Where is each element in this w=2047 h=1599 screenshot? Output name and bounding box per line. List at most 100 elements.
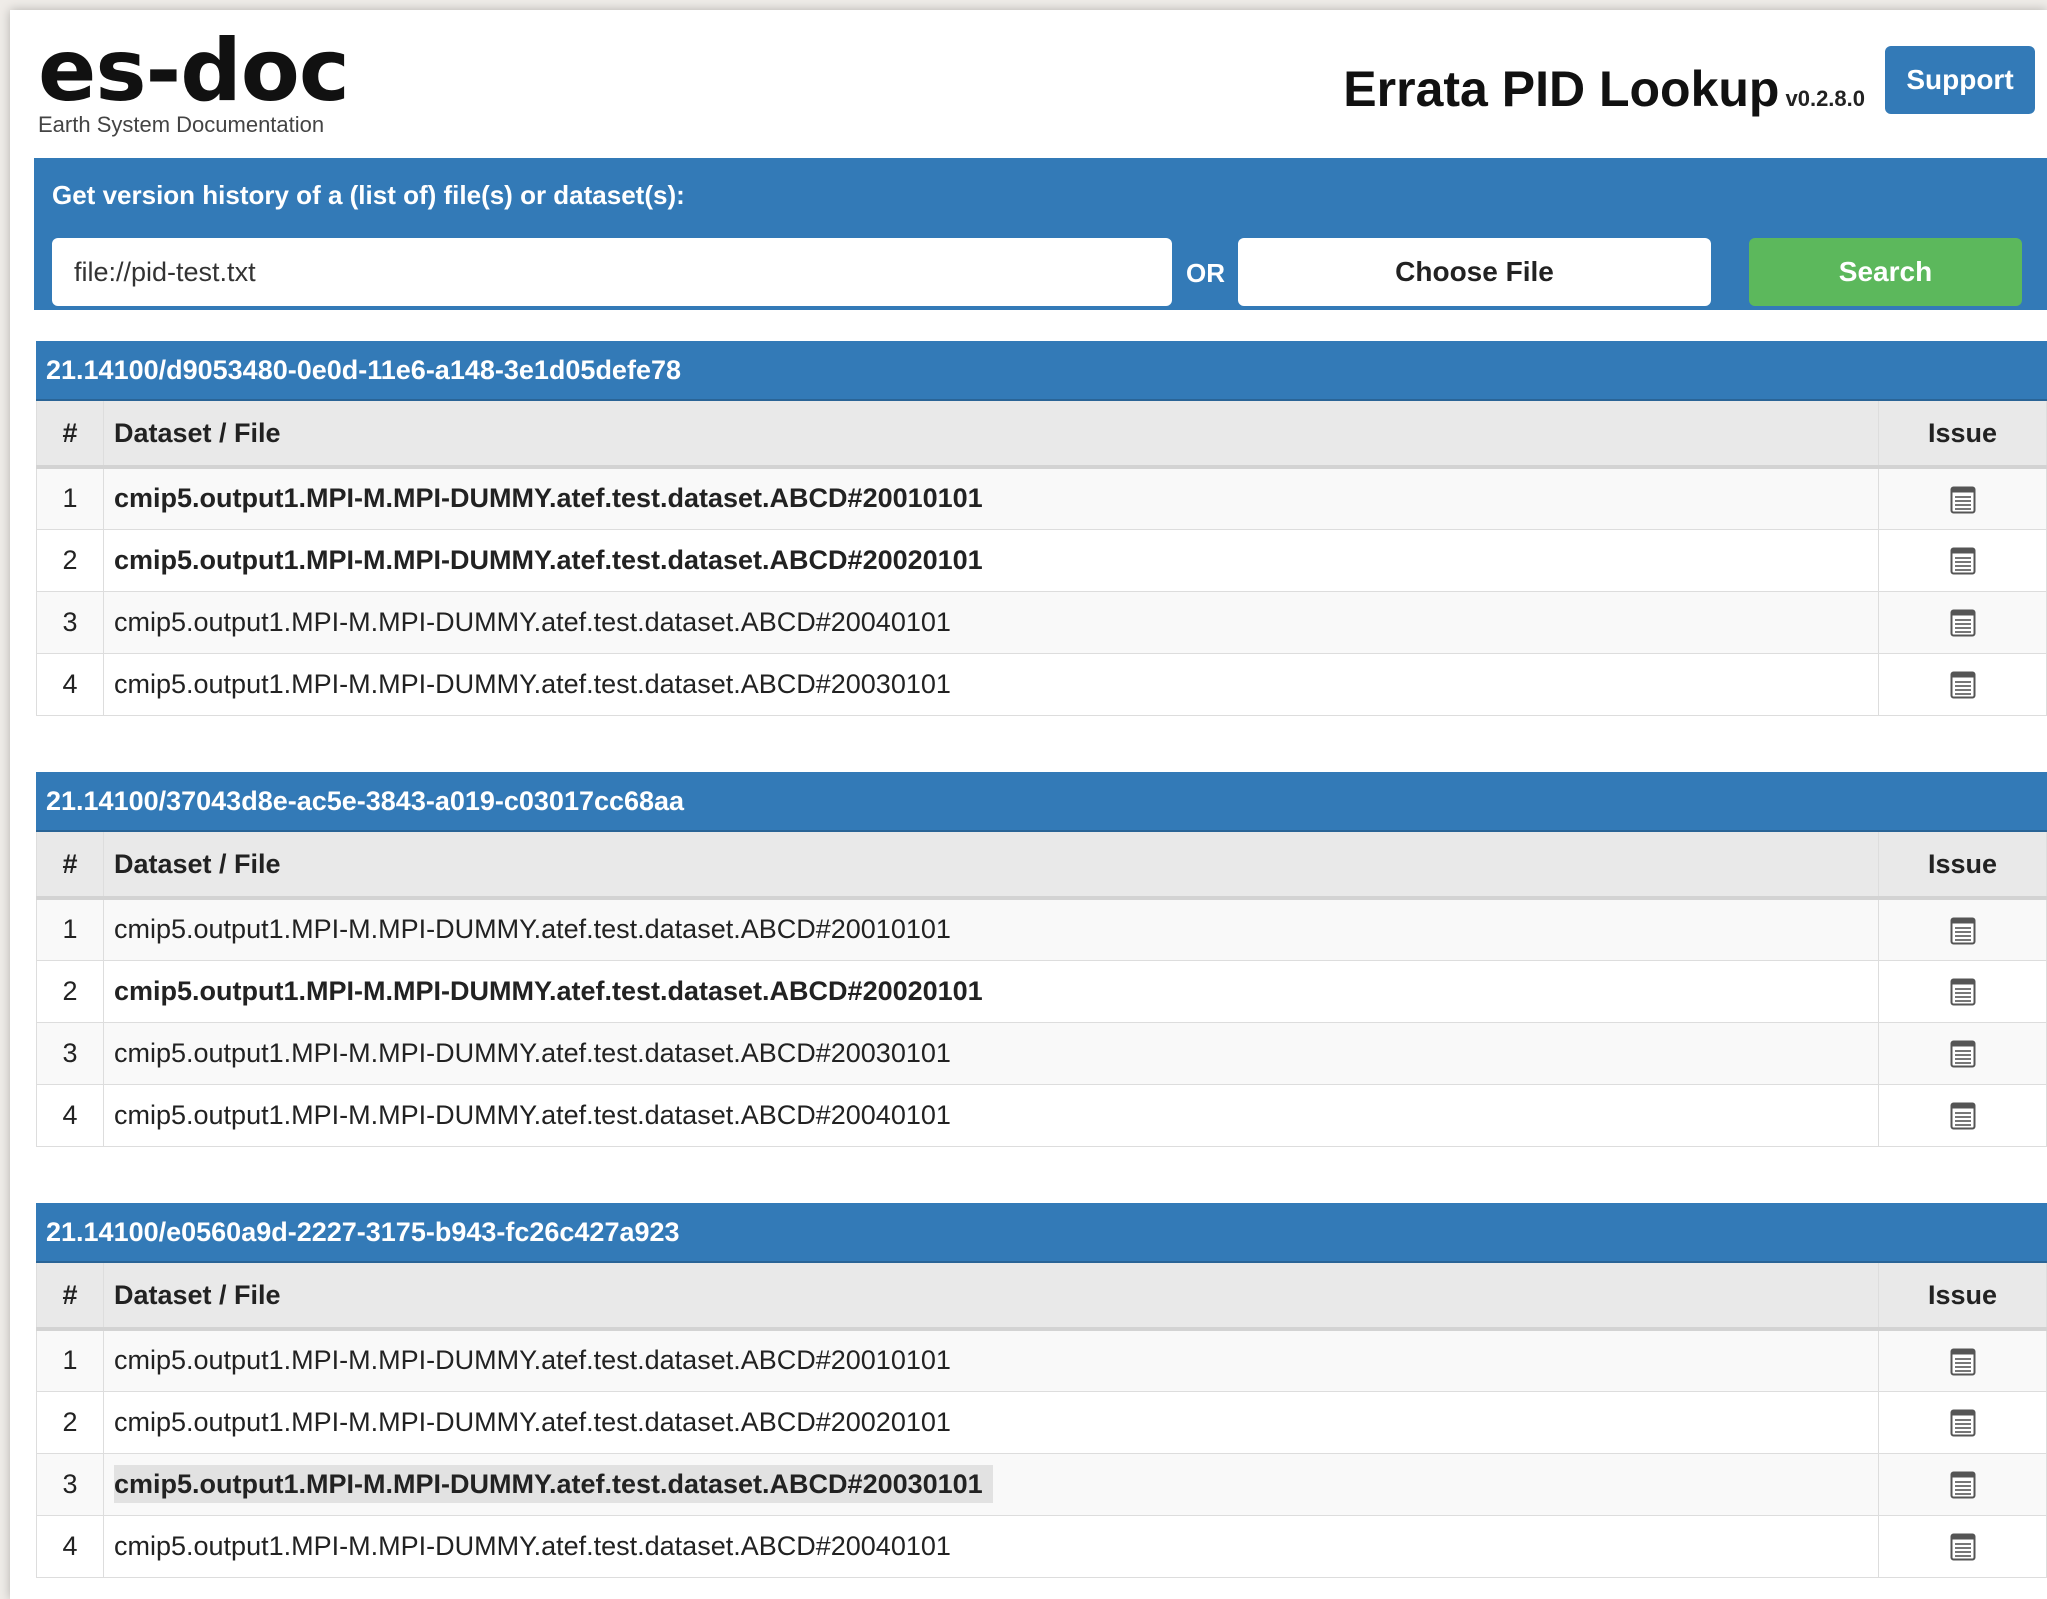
dataset-id[interactable]: cmip5.output1.MPI-M.MPI-DUMMY.atef.test.…	[114, 483, 983, 513]
list-document-icon[interactable]	[1950, 547, 1976, 575]
list-document-icon[interactable]	[1950, 1102, 1976, 1130]
table-row[interactable]: 1 cmip5.output1.MPI-M.MPI-DUMMY.atef.test…	[36, 466, 2047, 529]
logo-main-text: es-doc	[38, 21, 350, 121]
dataset-id[interactable]: cmip5.output1.MPI-M.MPI-DUMMY.atef.test.…	[114, 1100, 951, 1130]
support-button[interactable]: Support	[1885, 46, 2035, 114]
table-header-row: # Dataset / File Issue	[36, 832, 2047, 900]
table-row[interactable]: 4 cmip5.output1.MPI-M.MPI-DUMMY.atef.test…	[36, 652, 2047, 716]
issue-cell	[1878, 1021, 2047, 1084]
issue-cell	[1878, 528, 2047, 591]
search-label: Get version history of a (list of) file(…	[52, 180, 685, 210]
column-header-dataset: Dataset / File	[103, 1263, 1879, 1331]
result-block: 21.14100/e0560a9d-2227-3175-b943-fc26c42…	[36, 1203, 2047, 1578]
issue-cell	[1878, 897, 2047, 960]
result-block: 21.14100/37043d8e-ac5e-3843-a019-c03017c…	[36, 772, 2047, 1147]
column-header-dataset: Dataset / File	[103, 401, 1879, 469]
table-header-row: # Dataset / File Issue	[36, 1263, 2047, 1331]
list-document-icon[interactable]	[1950, 1471, 1976, 1499]
table-row[interactable]: 3 cmip5.output1.MPI-M.MPI-DUMMY.atef.test…	[36, 590, 2047, 653]
list-document-icon[interactable]	[1950, 978, 1976, 1006]
row-number: 1	[36, 897, 104, 960]
dataset-id[interactable]: cmip5.output1.MPI-M.MPI-DUMMY.atef.test.…	[114, 545, 983, 575]
dataset-cell: cmip5.output1.MPI-M.MPI-DUMMY.atef.test.…	[103, 1514, 1879, 1578]
table-row[interactable]: 2 cmip5.output1.MPI-M.MPI-DUMMY.atef.test…	[36, 528, 2047, 591]
header: es-doc Earth System Documentation Errata…	[10, 10, 2047, 160]
pid-header: 21.14100/e0560a9d-2227-3175-b943-fc26c42…	[36, 1203, 2047, 1263]
table-row[interactable]: 2 cmip5.output1.MPI-M.MPI-DUMMY.atef.test…	[36, 959, 2047, 1022]
row-number: 2	[36, 959, 104, 1022]
dataset-cell: cmip5.output1.MPI-M.MPI-DUMMY.atef.test.…	[103, 1083, 1879, 1147]
list-document-icon[interactable]	[1950, 1040, 1976, 1068]
list-document-icon[interactable]	[1950, 917, 1976, 945]
dataset-id[interactable]: cmip5.output1.MPI-M.MPI-DUMMY.atef.test.…	[114, 1464, 993, 1503]
issue-cell	[1878, 652, 2047, 716]
column-header-number: #	[36, 1263, 104, 1331]
dataset-id[interactable]: cmip5.output1.MPI-M.MPI-DUMMY.atef.test.…	[114, 1345, 951, 1375]
issue-cell	[1878, 1452, 2047, 1515]
results-table: # Dataset / File Issue 1 cmip5.output1.MPI-M…	[36, 1263, 2047, 1578]
table-row[interactable]: 1 cmip5.output1.MPI-M.MPI-DUMMY.atef.test…	[36, 897, 2047, 960]
row-number: 1	[36, 1328, 104, 1391]
choose-file-button[interactable]: Choose File	[1238, 238, 1711, 306]
column-header-issue: Issue	[1878, 1263, 2047, 1331]
dataset-cell: cmip5.output1.MPI-M.MPI-DUMMY.atef.test.…	[103, 1452, 1879, 1515]
table-row[interactable]: 2 cmip5.output1.MPI-M.MPI-DUMMY.atef.test…	[36, 1390, 2047, 1453]
dataset-cell: cmip5.output1.MPI-M.MPI-DUMMY.atef.test.…	[103, 1390, 1879, 1453]
row-number: 2	[36, 1390, 104, 1453]
issue-cell	[1878, 466, 2047, 529]
issue-cell	[1878, 1083, 2047, 1147]
row-number: 3	[36, 590, 104, 653]
column-header-number: #	[36, 832, 104, 900]
dataset-id[interactable]: cmip5.output1.MPI-M.MPI-DUMMY.atef.test.…	[114, 914, 951, 944]
search-panel: Get version history of a (list of) file(…	[34, 158, 2047, 310]
dataset-cell: cmip5.output1.MPI-M.MPI-DUMMY.atef.test.…	[103, 652, 1879, 716]
list-document-icon[interactable]	[1950, 671, 1976, 699]
results-table: # Dataset / File Issue 1 cmip5.output1.MPI-M…	[36, 832, 2047, 1147]
dataset-cell: cmip5.output1.MPI-M.MPI-DUMMY.atef.test.…	[103, 959, 1879, 1022]
logo-subtitle: Earth System Documentation	[38, 112, 325, 137]
list-document-icon[interactable]	[1950, 1348, 1976, 1376]
page: es-doc Earth System Documentation Errata…	[10, 10, 2047, 1599]
table-row[interactable]: 3 cmip5.output1.MPI-M.MPI-DUMMY.atef.test…	[36, 1021, 2047, 1084]
list-document-icon[interactable]	[1950, 609, 1976, 637]
table-row[interactable]: 4 cmip5.output1.MPI-M.MPI-DUMMY.atef.test…	[36, 1083, 2047, 1147]
row-number: 2	[36, 528, 104, 591]
list-document-icon[interactable]	[1950, 1533, 1976, 1561]
table-header-row: # Dataset / File Issue	[36, 401, 2047, 469]
list-document-icon[interactable]	[1950, 486, 1976, 514]
row-number: 3	[36, 1021, 104, 1084]
dataset-id[interactable]: cmip5.output1.MPI-M.MPI-DUMMY.atef.test.…	[114, 669, 951, 699]
column-header-issue: Issue	[1878, 401, 2047, 469]
or-separator: OR	[1186, 258, 1225, 288]
issue-cell	[1878, 1328, 2047, 1391]
dataset-id[interactable]: cmip5.output1.MPI-M.MPI-DUMMY.atef.test.…	[114, 1407, 951, 1437]
dataset-id[interactable]: cmip5.output1.MPI-M.MPI-DUMMY.atef.test.…	[114, 1531, 951, 1561]
table-row[interactable]: 1 cmip5.output1.MPI-M.MPI-DUMMY.atef.test…	[36, 1328, 2047, 1391]
column-header-number: #	[36, 401, 104, 469]
issue-cell	[1878, 590, 2047, 653]
pid-header: 21.14100/d9053480-0e0d-11e6-a148-3e1d05d…	[36, 341, 2047, 401]
dataset-cell: cmip5.output1.MPI-M.MPI-DUMMY.atef.test.…	[103, 528, 1879, 591]
results-table: # Dataset / File Issue 1 cmip5.output1.MPI-M…	[36, 401, 2047, 716]
row-number: 4	[36, 1083, 104, 1147]
table-row[interactable]: 4 cmip5.output1.MPI-M.MPI-DUMMY.atef.test…	[36, 1514, 2047, 1578]
es-doc-logo[interactable]: es-doc Earth System Documentation	[38, 21, 350, 138]
dataset-id[interactable]: cmip5.output1.MPI-M.MPI-DUMMY.atef.test.…	[114, 1038, 951, 1068]
list-document-icon[interactable]	[1950, 1409, 1976, 1437]
column-header-dataset: Dataset / File	[103, 832, 1879, 900]
issue-cell	[1878, 959, 2047, 1022]
dataset-id[interactable]: cmip5.output1.MPI-M.MPI-DUMMY.atef.test.…	[114, 607, 951, 637]
row-number: 1	[36, 466, 104, 529]
issue-cell	[1878, 1514, 2047, 1578]
table-row[interactable]: 3 cmip5.output1.MPI-M.MPI-DUMMY.atef.test…	[36, 1452, 2047, 1515]
dataset-id[interactable]: cmip5.output1.MPI-M.MPI-DUMMY.atef.test.…	[114, 976, 983, 1006]
pid-search-input[interactable]	[52, 238, 1172, 306]
result-block: 21.14100/d9053480-0e0d-11e6-a148-3e1d05d…	[36, 341, 2047, 716]
dataset-cell: cmip5.output1.MPI-M.MPI-DUMMY.atef.test.…	[103, 590, 1879, 653]
dataset-cell: cmip5.output1.MPI-M.MPI-DUMMY.atef.test.…	[103, 897, 1879, 960]
app-title-text: Errata PID Lookup	[1343, 61, 1780, 117]
search-button[interactable]: Search	[1749, 238, 2022, 306]
app-version: v0.2.8.0	[1785, 86, 1865, 111]
column-header-issue: Issue	[1878, 832, 2047, 900]
row-number: 4	[36, 1514, 104, 1578]
